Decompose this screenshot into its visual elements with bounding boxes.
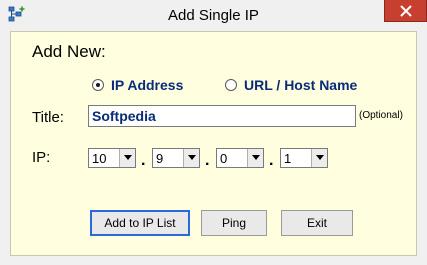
radio-url-host-name[interactable]: URL / Host Name bbox=[225, 76, 357, 94]
radio-label-url-host-name: URL / Host Name bbox=[244, 77, 358, 93]
window-title: Add Single IP bbox=[168, 7, 259, 24]
dropdown-arrow[interactable] bbox=[183, 149, 199, 167]
radio-button-checked[interactable] bbox=[92, 79, 104, 91]
exit-button[interactable]: Exit bbox=[281, 210, 353, 236]
ip-separator: . bbox=[205, 152, 210, 169]
chevron-down-icon bbox=[124, 155, 132, 160]
radio-button-unchecked[interactable] bbox=[225, 79, 237, 91]
chevron-down-icon bbox=[252, 155, 260, 160]
chevron-down-icon bbox=[188, 155, 196, 160]
ip-octet-2-value: 9 bbox=[156, 151, 164, 166]
ip-octet-4-value: 1 bbox=[284, 151, 292, 166]
title-bar: Add Single IP bbox=[0, 0, 427, 31]
ip-octet-2-select[interactable]: 9 bbox=[152, 148, 200, 168]
add-to-ip-list-button[interactable]: Add to IP List bbox=[90, 210, 190, 236]
add-single-ip-window: Add Single IP Add New: IP Address URL / … bbox=[0, 0, 427, 265]
dropdown-arrow[interactable] bbox=[247, 149, 263, 167]
radio-label-ip-address: IP Address bbox=[111, 77, 184, 93]
ip-separator: . bbox=[269, 152, 274, 169]
ip-octet-3-select[interactable]: 0 bbox=[216, 148, 264, 168]
ip-octet-3-value: 0 bbox=[220, 151, 228, 166]
chevron-down-icon bbox=[316, 155, 324, 160]
dropdown-arrow[interactable] bbox=[119, 149, 135, 167]
ip-octet-4-select[interactable]: 1 bbox=[280, 148, 328, 168]
form-heading: Add New: bbox=[32, 42, 106, 61]
optional-hint: (Optional) bbox=[359, 110, 403, 121]
dropdown-arrow[interactable] bbox=[311, 149, 327, 167]
ip-separator: . bbox=[141, 152, 146, 169]
form-panel: Add New: IP Address URL / Host Name Titl… bbox=[10, 31, 417, 256]
title-label: Title: bbox=[32, 109, 64, 126]
close-button[interactable] bbox=[384, 0, 427, 22]
title-input[interactable]: Softpedia bbox=[88, 105, 356, 127]
radio-ip-address[interactable]: IP Address bbox=[92, 76, 183, 94]
ip-octet-1-select[interactable]: 10 bbox=[88, 148, 136, 168]
ip-octet-1-value: 10 bbox=[92, 151, 107, 166]
close-icon bbox=[400, 5, 412, 17]
ping-button[interactable]: Ping bbox=[201, 210, 267, 236]
ip-label: IP: bbox=[32, 149, 51, 166]
